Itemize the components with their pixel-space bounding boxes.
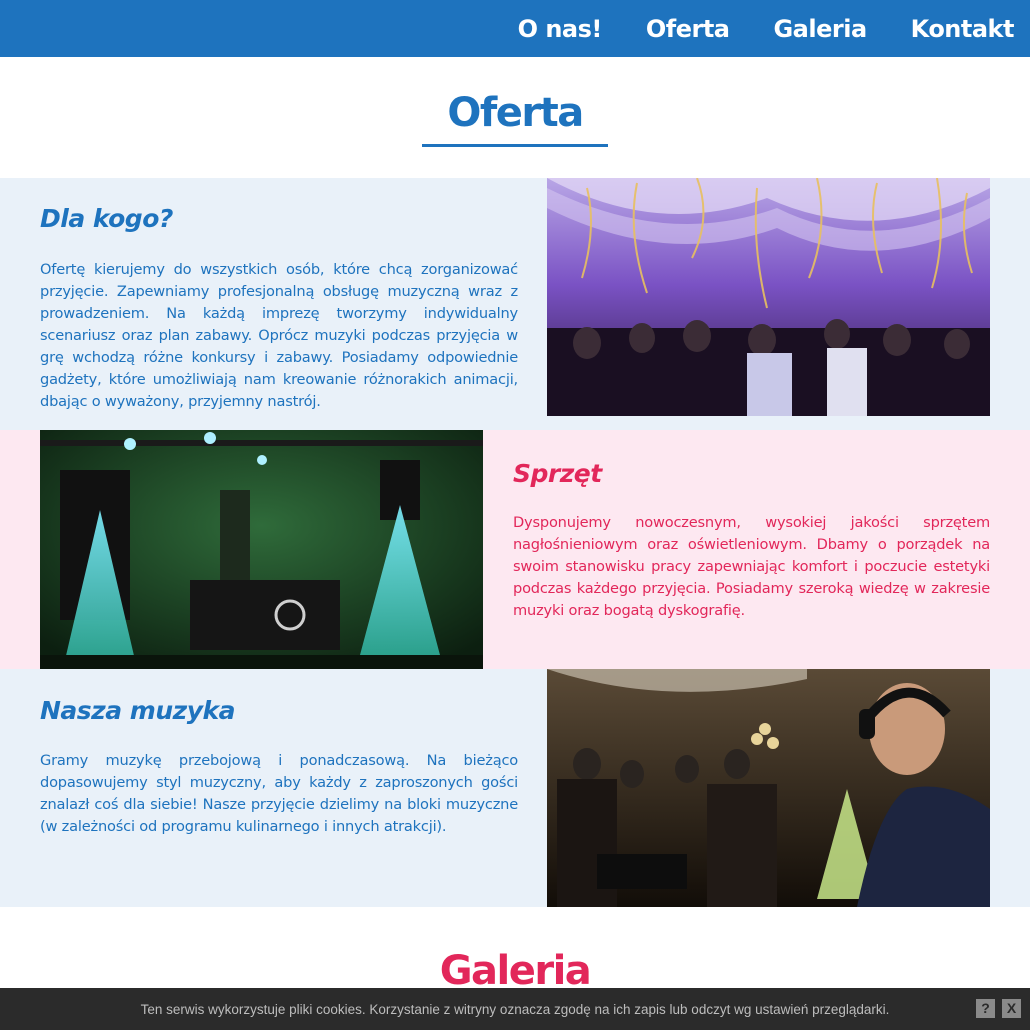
nav-item-galeria[interactable]: Galeria [773,15,867,43]
cookie-notice-bar: Ten serwis wykorzystuje pliki cookies. K… [0,988,1030,1030]
oferta-heading-underline [422,144,608,147]
dj-equipment-image [40,430,483,669]
section-title-nasza-muzyka: Nasza muzyka [40,696,236,725]
party-dance-image [547,178,990,416]
oferta-heading: Oferta [447,90,584,136]
section-title-sprzet: Sprzęt [513,459,602,488]
section-sprzet: Sprzęt Dysponujemy nowoczesnym, wysokiej… [0,430,1030,669]
section-dla-kogo: Dla kogo? Ofertę kierujemy do wszystkich… [0,178,1030,430]
nav-item-oferta[interactable]: Oferta [646,15,730,43]
section-title-dla-kogo: Dla kogo? [40,204,173,233]
section-text-sprzet: Dysponujemy nowoczesnym, wysokiej jakośc… [513,514,990,619]
dj-at-party-photo [547,669,990,907]
nav-item-o-nas[interactable]: O nas! [518,15,603,43]
cookie-close-button[interactable]: X [1002,999,1021,1018]
cookie-notice-text: Ten serwis wykorzystuje pliki cookies. K… [140,1001,890,1017]
section-text-dla-kogo: Ofertę kierujemy do wszystkich osób, któ… [40,261,518,410]
dj-equipment-photo [40,430,483,669]
cookie-help-button[interactable]: ? [976,999,995,1018]
top-navbar: O nas! Oferta Galeria Kontakt [0,0,1030,57]
party-dance-photo [547,178,990,416]
nav-item-kontakt[interactable]: Kontakt [911,15,1015,43]
section-text-nasza-muzyka: Gramy muzykę przebojową i ponadczasową. … [40,752,518,835]
dj-at-party-image [547,669,990,907]
section-nasza-muzyka: Nasza muzyka Gramy muzykę przebojową i p… [0,669,1030,907]
